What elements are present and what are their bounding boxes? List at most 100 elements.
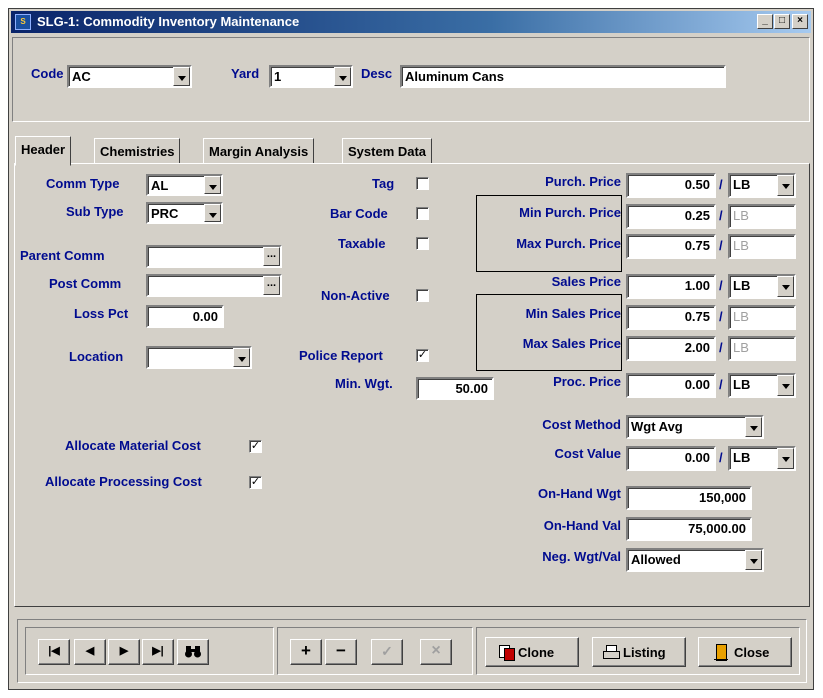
max-purch-unit-value: LB — [733, 238, 749, 253]
neg-wgt-val-select[interactable]: Allowed — [626, 548, 764, 572]
first-record-button[interactable]: |◀ — [38, 639, 70, 665]
location-select[interactable] — [146, 346, 252, 369]
slash: / — [719, 208, 723, 223]
chevron-down-icon[interactable] — [777, 276, 794, 297]
min-sales-label: Min Sales Price — [525, 306, 621, 321]
max-purch-field[interactable]: 0.75 — [626, 234, 716, 259]
tab-chemistries[interactable]: Chemistries — [94, 138, 181, 164]
onhand-val-field: 75,000.00 — [626, 517, 752, 541]
chevron-down-icon[interactable] — [334, 67, 351, 86]
proc-unit-value: LB — [733, 377, 751, 392]
code-label: Code — [31, 66, 64, 81]
slash: / — [719, 340, 723, 355]
tab-margin-analysis[interactable]: Margin Analysis — [203, 138, 315, 164]
max-sales-unit-value: LB — [733, 340, 749, 355]
onhand-wgt-label: On-Hand Wgt — [537, 486, 621, 501]
onhand-val-value: 75,000.00 — [688, 521, 746, 536]
max-sales-field[interactable]: 2.00 — [626, 336, 716, 361]
purch-unit-value: LB — [733, 177, 751, 192]
purch-unit-select[interactable]: LB — [728, 173, 796, 198]
close-window-button[interactable]: × — [792, 14, 808, 29]
main-window: S SLG-1: Commodity Inventory Maintenance… — [8, 8, 814, 690]
tag-checkbox[interactable] — [416, 177, 429, 190]
cost-method-select[interactable]: Wgt Avg — [626, 415, 764, 439]
slash: / — [719, 377, 723, 392]
purch-price-field[interactable]: 0.50 — [626, 173, 716, 198]
find-button[interactable] — [177, 639, 209, 665]
tab-header[interactable]: Header — [15, 136, 72, 166]
min-purch-label: Min Purch. Price — [519, 205, 621, 220]
chevron-down-icon[interactable] — [777, 448, 794, 469]
sub-type-select[interactable]: PRC — [146, 202, 223, 224]
loss-pct-field[interactable]: 0.00 — [146, 305, 224, 328]
post-comm-field[interactable]: ... — [146, 274, 282, 297]
cost-value-field[interactable]: 0.00 — [626, 446, 716, 471]
desc-value: Aluminum Cans — [405, 69, 504, 84]
min-purch-unit: LB — [728, 204, 796, 229]
alloc-material-checkbox[interactable]: ✓ — [249, 440, 262, 453]
min-purch-unit-value: LB — [733, 208, 749, 223]
add-button[interactable]: + — [290, 639, 322, 665]
next-record-button[interactable]: ▶ — [108, 639, 140, 665]
loss-pct-value: 0.00 — [192, 309, 218, 324]
listing-button[interactable]: Listing — [592, 637, 686, 667]
parent-comm-field[interactable]: ... — [146, 245, 282, 268]
min-sales-field[interactable]: 0.75 — [626, 305, 716, 330]
chevron-down-icon[interactable] — [204, 176, 221, 194]
max-purch-value: 0.75 — [684, 238, 710, 253]
cost-value-value: 0.00 — [684, 450, 710, 465]
minimize-button[interactable]: _ — [757, 14, 773, 29]
code-select[interactable]: AC — [67, 65, 192, 88]
chevron-down-icon[interactable] — [745, 417, 762, 437]
chevron-down-icon[interactable] — [233, 348, 250, 367]
neg-wgt-val-label: Neg. Wgt/Val — [542, 549, 621, 564]
title-bar: S SLG-1: Commodity Inventory Maintenance… — [11, 11, 811, 33]
desc-field[interactable]: Aluminum Cans — [400, 65, 726, 88]
chevron-down-icon[interactable] — [777, 375, 794, 396]
app-icon[interactable]: S — [15, 14, 31, 30]
bar-code-checkbox[interactable] — [416, 207, 429, 220]
sales-unit-select[interactable]: LB — [728, 274, 796, 299]
ellipsis-button[interactable]: ... — [263, 247, 280, 266]
onhand-wgt-field: 150,000 — [626, 486, 752, 510]
delete-button[interactable]: − — [325, 639, 357, 665]
chevron-down-icon[interactable] — [777, 175, 794, 196]
max-sales-label: Max Sales Price — [522, 336, 621, 351]
non-active-checkbox[interactable] — [416, 289, 429, 302]
prev-record-button[interactable]: ◀ — [74, 639, 106, 665]
sales-price-field[interactable]: 1.00 — [626, 274, 716, 299]
comm-type-select[interactable]: AL — [146, 174, 223, 196]
clone-icon — [499, 645, 515, 661]
cost-unit-select[interactable]: LB — [728, 446, 796, 471]
door-icon — [714, 644, 728, 661]
police-report-checkbox[interactable]: ✓ — [416, 349, 429, 362]
cancel-button[interactable]: × — [420, 639, 452, 665]
max-sales-unit: LB — [728, 336, 796, 361]
purch-price-label: Purch. Price — [545, 174, 621, 189]
chevron-down-icon[interactable] — [745, 550, 762, 570]
maximize-button[interactable]: □ — [774, 14, 790, 29]
chevron-down-icon[interactable] — [204, 204, 221, 222]
proc-unit-select[interactable]: LB — [728, 373, 796, 398]
tag-label: Tag — [372, 176, 395, 191]
min-purch-field[interactable]: 0.25 — [626, 204, 716, 229]
proc-price-field[interactable]: 0.00 — [626, 373, 716, 398]
last-record-button[interactable]: ▶| — [142, 639, 174, 665]
chevron-down-icon[interactable] — [173, 67, 190, 86]
taxable-checkbox[interactable] — [416, 237, 429, 250]
tab-system-data[interactable]: System Data — [342, 138, 433, 164]
slash: / — [719, 309, 723, 324]
alloc-processing-checkbox[interactable]: ✓ — [249, 476, 262, 489]
min-sales-value: 0.75 — [684, 309, 710, 324]
proc-price-label: Proc. Price — [553, 374, 621, 389]
yard-label: Yard — [231, 66, 260, 81]
clone-button[interactable]: Clone — [485, 637, 579, 667]
yard-select[interactable]: 1 — [269, 65, 353, 88]
sales-price-label: Sales Price — [551, 274, 621, 289]
close-label: Close — [734, 645, 770, 660]
save-button[interactable]: ✓ — [371, 639, 403, 665]
taxable-label: Taxable — [338, 236, 386, 251]
ellipsis-button[interactable]: ... — [263, 276, 280, 295]
comm-type-value: AL — [151, 178, 169, 193]
close-button[interactable]: Close — [698, 637, 792, 667]
